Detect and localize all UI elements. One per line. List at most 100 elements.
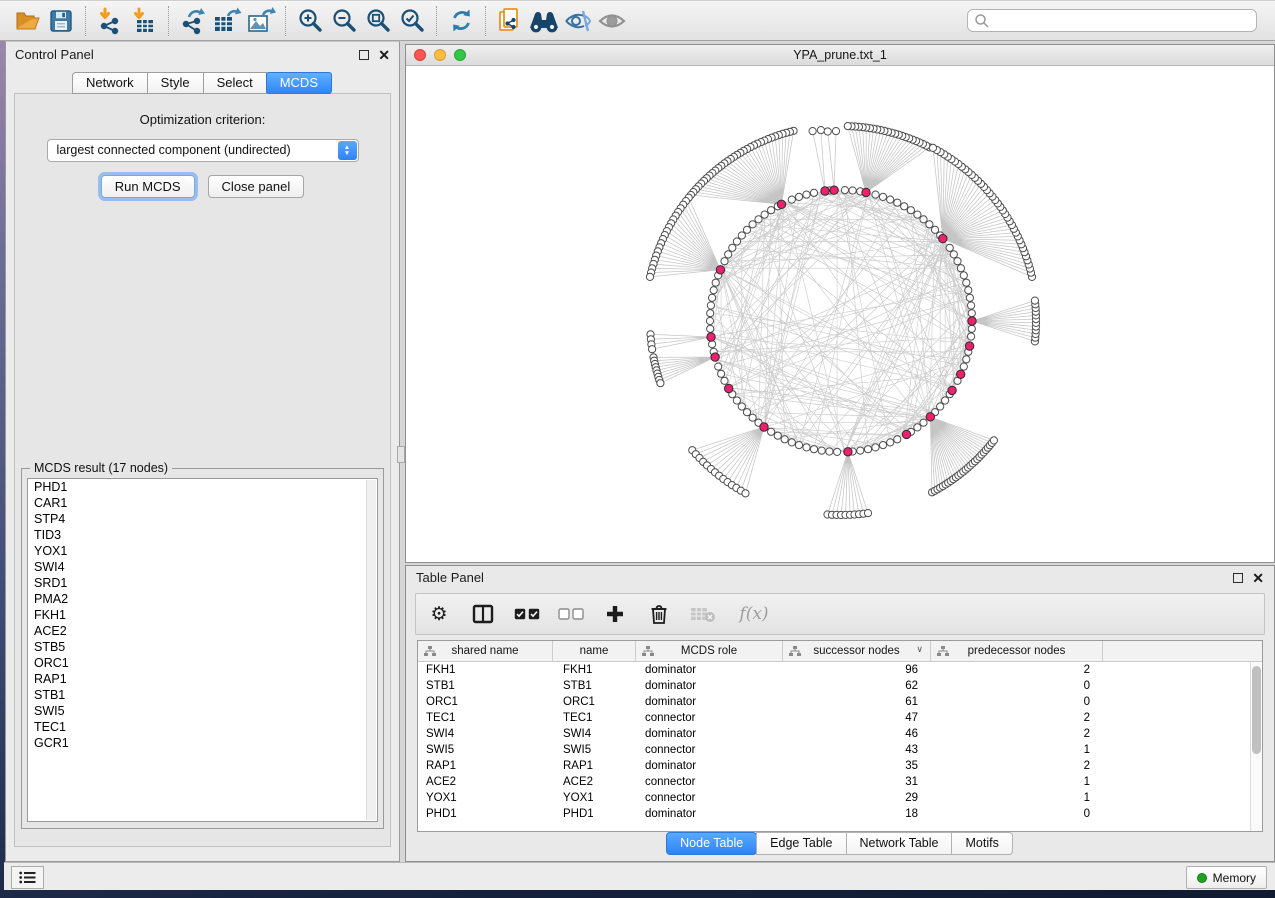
mcds-dominator-node[interactable] [948,386,956,394]
show-visual-properties-icon[interactable] [595,4,629,38]
column-header-MCDS-role[interactable]: MCDS role [636,641,783,661]
table-row[interactable]: SWI4SWI4dominator462 [418,726,1250,742]
graph-node[interactable] [810,446,817,453]
mcds-dominator-node[interactable] [844,448,852,456]
graph-node[interactable] [965,287,972,294]
graph-node[interactable] [834,448,841,455]
criterion-dropdown[interactable]: largest connected component (undirected)… [47,139,359,162]
graph-node[interactable] [920,419,927,426]
save-session-icon[interactable] [44,4,78,38]
mcds-list-scrollbar[interactable] [366,480,376,820]
memory-button[interactable]: Memory [1186,866,1267,889]
mcds-dominator-node[interactable] [926,413,934,421]
graph-node[interactable] [729,244,736,251]
graph-node[interactable] [733,238,740,245]
graph-node[interactable] [894,436,901,443]
graph-node[interactable] [879,442,886,449]
graph-node[interactable] [738,403,745,410]
graph-node[interactable] [707,325,714,332]
graph-node[interactable] [810,189,817,196]
show-panels-list-button[interactable] [11,866,44,889]
mcds-dominator-node[interactable] [711,353,719,361]
graph-node[interactable] [864,446,871,453]
tab-mcds[interactable]: MCDS [266,72,332,94]
graph-node[interactable] [749,221,756,228]
graph-node[interactable] [755,216,762,223]
graph-node[interactable] [733,397,740,404]
mcds-dominator-node[interactable] [716,266,724,274]
graph-node[interactable] [768,428,775,435]
mcds-dominator-node[interactable] [777,200,785,208]
mcds-dominator-node[interactable] [830,186,838,194]
graph-node[interactable] [738,232,745,239]
graph-node[interactable] [761,211,768,218]
graph-node[interactable] [707,302,714,309]
graph-node[interactable] [968,333,975,340]
graph-node[interactable] [743,226,750,233]
graph-node[interactable] [957,265,964,272]
graph-node[interactable] [968,310,975,317]
split-panel-icon[interactable] [470,601,496,627]
tab-motifs[interactable]: Motifs [951,832,1012,855]
network-graph[interactable] [406,66,1274,562]
graph-node[interactable] [990,437,997,444]
mcds-dominator-node[interactable] [821,187,829,195]
select-all-checkboxes-icon[interactable] [514,601,540,627]
hide-visual-properties-icon[interactable] [561,4,595,38]
graph-node[interactable] [817,127,824,134]
graph-node[interactable] [901,203,908,210]
graph-node[interactable] [826,448,833,455]
graph-node[interactable] [920,216,927,223]
run-mcds-button[interactable]: Run MCDS [101,175,195,198]
graph-node[interactable] [942,397,949,404]
graph-node[interactable] [872,444,879,451]
graph-node[interactable] [781,436,788,443]
graph-node[interactable] [795,442,802,449]
settings-gear-icon[interactable]: ⚙ [426,601,452,627]
graph-node[interactable] [849,187,856,194]
graph-node[interactable] [707,310,714,317]
table-row[interactable]: ACE2ACE2connector311 [418,774,1250,790]
mcds-dominator-node[interactable] [760,423,768,431]
graph-node[interactable] [879,193,886,200]
graph-node[interactable] [950,251,957,258]
table-row[interactable]: TEC1TEC1connector472 [418,710,1250,726]
graph-node[interactable] [946,244,953,251]
graph-node[interactable] [960,272,967,279]
graph-node[interactable] [649,346,656,353]
graph-node[interactable] [966,294,973,301]
graph-node[interactable] [774,432,781,439]
graph-node[interactable] [743,409,750,416]
graph-node[interactable] [646,273,653,280]
mcds-dominator-node[interactable] [725,384,733,392]
graph-node[interactable] [768,207,775,214]
zoom-fit-icon[interactable] [361,4,395,38]
close-panel-button[interactable]: Close panel [208,175,305,198]
graph-node[interactable] [844,123,851,130]
refresh-view-icon[interactable] [444,4,478,38]
graph-node[interactable] [968,325,975,332]
graph-node[interactable] [715,363,722,370]
network-window-titlebar[interactable]: YPA_prune.txt_1 [406,45,1274,66]
graph-node[interactable] [788,196,795,203]
tab-network-table[interactable]: Network Table [846,832,953,855]
mcds-dominator-node[interactable] [965,342,973,350]
mcds-dominator-node[interactable] [707,333,715,341]
export-network-document-icon[interactable] [493,4,527,38]
graph-node[interactable] [887,196,894,203]
graph-node[interactable] [721,258,728,265]
mcds-dominator-node[interactable] [957,370,965,378]
deselect-all-checkboxes-icon[interactable] [558,601,584,627]
mcds-dominator-node[interactable] [939,234,947,242]
import-table-icon[interactable] [127,4,161,38]
graph-node[interactable] [749,414,756,421]
table-row[interactable]: SWI5SWI5connector431 [418,742,1250,758]
graph-node[interactable] [718,370,725,377]
graph-node[interactable] [841,187,848,194]
graph-node[interactable] [914,424,921,431]
column-header-successor-nodes[interactable]: successor nodes∨ [783,641,931,661]
graph-node[interactable] [657,380,664,387]
graph-node[interactable] [706,317,713,324]
mcds-dominator-node[interactable] [862,188,870,196]
graph-node[interactable] [968,302,975,309]
